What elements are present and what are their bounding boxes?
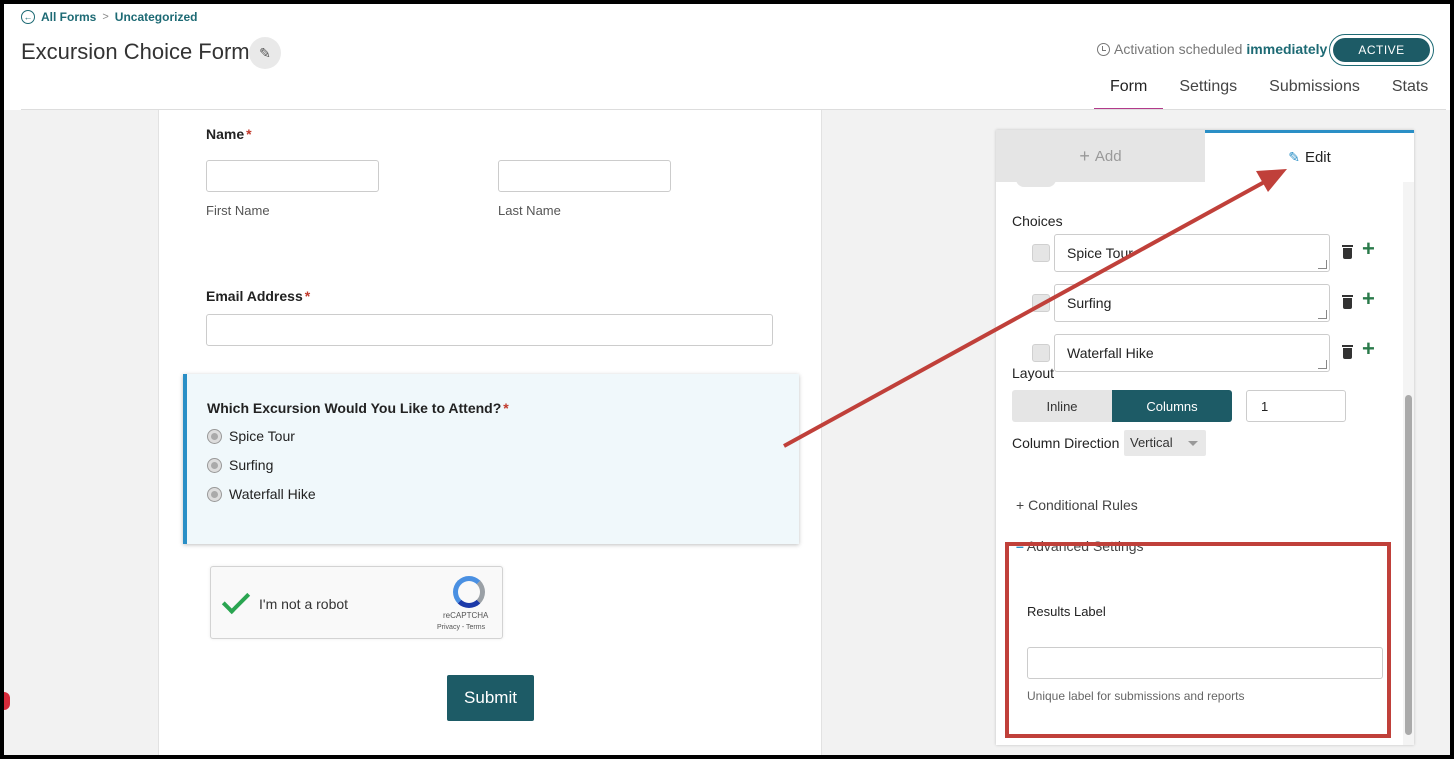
choice-input[interactable]: Waterfall Hike bbox=[1054, 334, 1330, 372]
excursion-question: Which Excursion Would You Like to Attend… bbox=[207, 400, 509, 416]
trash-icon[interactable] bbox=[1342, 245, 1353, 259]
email-label-text: Email Address bbox=[206, 288, 303, 304]
scrollbar-thumb[interactable] bbox=[1405, 395, 1412, 735]
radio-option[interactable]: Spice Tour bbox=[207, 428, 295, 444]
layout-inline-button[interactable]: Inline bbox=[1012, 390, 1112, 422]
tab-stats[interactable]: Stats bbox=[1376, 78, 1444, 110]
activation-status: Activation scheduled immediately bbox=[1097, 41, 1327, 57]
tab-submissions[interactable]: Submissions bbox=[1253, 78, 1376, 110]
breadcrumb-separator: > bbox=[102, 11, 109, 23]
choice-input[interactable]: Surfing bbox=[1054, 284, 1330, 322]
column-direction-value: Vertical bbox=[1130, 435, 1173, 450]
toggle-switch[interactable] bbox=[1016, 179, 1056, 187]
choice-default-checkbox[interactable] bbox=[1032, 244, 1050, 262]
page-title: Excursion Choice Form bbox=[21, 39, 250, 64]
checkmark-icon[interactable] bbox=[221, 585, 251, 615]
first-name-label: First Name bbox=[206, 203, 270, 218]
pencil-icon: ✎ bbox=[259, 44, 271, 61]
radio-button[interactable] bbox=[207, 486, 222, 502]
tab-add[interactable]: + Add bbox=[996, 130, 1205, 182]
layout-columns-button[interactable]: Columns bbox=[1112, 390, 1232, 422]
radio-label: Waterfall Hike bbox=[229, 486, 316, 502]
layout-label: Layout bbox=[1012, 365, 1055, 381]
question-text: Which Excursion Would You Like to Attend… bbox=[207, 400, 502, 416]
add-choice-icon[interactable]: + bbox=[1362, 288, 1375, 310]
layout-segmented-control: Inline Columns bbox=[1012, 390, 1232, 422]
submit-button[interactable]: Submit bbox=[447, 675, 534, 721]
trash-icon[interactable] bbox=[1342, 345, 1353, 359]
column-direction-label: Column Direction bbox=[1012, 435, 1120, 451]
radio-label: Spice Tour bbox=[229, 428, 295, 444]
panel-scrollbar[interactable] bbox=[1403, 182, 1414, 745]
columns-count-input[interactable]: 1 bbox=[1246, 390, 1346, 422]
required-mark: * bbox=[304, 288, 311, 304]
radio-option[interactable]: Surfing bbox=[207, 457, 273, 473]
choice-row: Surfing + bbox=[1032, 284, 1402, 322]
annotation-highlight-box bbox=[1005, 542, 1391, 738]
clock-icon bbox=[1097, 42, 1110, 56]
plus-icon: + bbox=[1079, 145, 1090, 166]
panel-tabs: + Add ✎ Edit bbox=[996, 130, 1414, 182]
conditional-rules-label: Conditional Rules bbox=[1028, 497, 1138, 513]
recaptcha-logo-icon bbox=[453, 576, 485, 608]
edit-title-button[interactable]: ✎ bbox=[249, 37, 281, 69]
back-arrow-icon[interactable]: ← bbox=[21, 10, 35, 24]
activation-prefix: Activation scheduled bbox=[1114, 41, 1243, 57]
status-toggle[interactable]: ACTIVE bbox=[1329, 34, 1434, 66]
breadcrumb-all-forms[interactable]: All Forms bbox=[41, 10, 96, 24]
radio-label: Surfing bbox=[229, 457, 274, 473]
choice-input[interactable]: Spice Tour bbox=[1054, 234, 1330, 272]
status-badge: ACTIVE bbox=[1333, 38, 1430, 62]
add-choice-icon[interactable]: + bbox=[1362, 338, 1375, 360]
tab-settings[interactable]: Settings bbox=[1163, 78, 1253, 110]
name-label-text: Name bbox=[206, 126, 245, 142]
choices-label: Choices bbox=[1012, 213, 1063, 229]
required-mark: * bbox=[503, 400, 509, 416]
conditional-rules-toggle[interactable]: + Conditional Rules bbox=[1016, 497, 1138, 513]
pencil-icon: ✎ bbox=[1288, 149, 1300, 165]
chevron-down-icon bbox=[1188, 441, 1198, 446]
column-direction-select[interactable]: Vertical bbox=[1124, 430, 1206, 456]
top-tabs: Form Settings Submissions Stats bbox=[1094, 78, 1444, 110]
choice-row: Waterfall Hike + bbox=[1032, 334, 1402, 372]
tab-edit-label: Edit bbox=[1304, 149, 1331, 166]
choice-default-checkbox[interactable] bbox=[1032, 294, 1050, 312]
radio-button[interactable] bbox=[207, 428, 222, 444]
tab-add-label: Add bbox=[1094, 147, 1122, 165]
breadcrumb-category[interactable]: Uncategorized bbox=[115, 10, 198, 24]
choice-row: Spice Tour + bbox=[1032, 234, 1402, 272]
add-choice-icon[interactable]: + bbox=[1362, 238, 1375, 260]
notification-dot[interactable] bbox=[4, 692, 10, 710]
recaptcha-text: I'm not a robot bbox=[259, 596, 349, 612]
email-label: Email Address * bbox=[206, 288, 310, 304]
tab-edit[interactable]: ✎ Edit bbox=[1205, 130, 1414, 182]
activation-value[interactable]: immediately bbox=[1246, 41, 1327, 57]
name-label: Name * bbox=[206, 126, 252, 142]
last-name-label: Last Name bbox=[498, 203, 561, 218]
recaptcha-brand: reCAPTCHA bbox=[443, 611, 489, 620]
radio-button[interactable] bbox=[207, 457, 222, 473]
radio-option[interactable]: Waterfall Hike bbox=[207, 486, 316, 502]
form-preview: Name * First Name Last Name Email Address… bbox=[158, 110, 822, 755]
recaptcha-widget[interactable]: I'm not a robot reCAPTCHA Privacy - Term… bbox=[210, 566, 503, 639]
recaptcha-terms[interactable]: Privacy - Terms bbox=[437, 624, 485, 631]
email-input[interactable] bbox=[206, 314, 773, 346]
trash-icon[interactable] bbox=[1342, 295, 1353, 309]
choice-default-checkbox[interactable] bbox=[1032, 344, 1050, 362]
breadcrumb: ← All Forms > Uncategorized bbox=[21, 10, 197, 24]
excursion-question-block[interactable]: Which Excursion Would You Like to Attend… bbox=[183, 374, 799, 544]
last-name-input[interactable] bbox=[498, 160, 671, 192]
required-mark: * bbox=[246, 126, 252, 142]
first-name-input[interactable] bbox=[206, 160, 379, 192]
plus-icon: + bbox=[1016, 497, 1029, 513]
tab-form[interactable]: Form bbox=[1094, 78, 1164, 110]
